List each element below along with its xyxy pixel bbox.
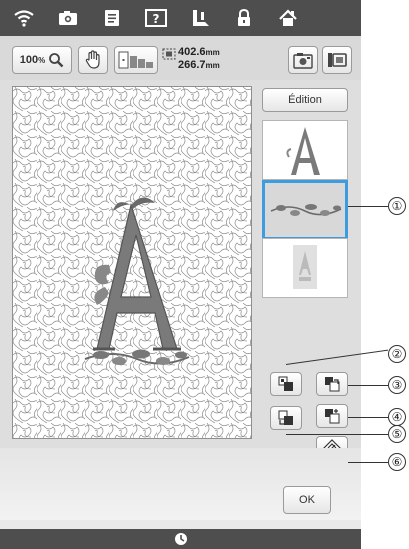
zoom-unit: % (38, 55, 46, 65)
projector-icon (328, 53, 347, 67)
status-bar (0, 529, 361, 549)
projector-button[interactable] (322, 46, 352, 74)
svg-text:?: ? (153, 12, 160, 26)
edit-button[interactable]: Édition (262, 88, 348, 112)
document-icon[interactable] (90, 0, 134, 36)
combine-pattern-button[interactable] (270, 372, 302, 396)
layer-forward-icon (325, 409, 340, 424)
thumbnail-floral-border-selected[interactable] (262, 180, 348, 240)
stippling-thumbnail-image (293, 245, 317, 289)
zoom-value: 100 (19, 54, 39, 66)
help-icon[interactable]: ? (134, 0, 178, 36)
callout-1: ① (388, 197, 406, 215)
floral-border-thumbnail-image (270, 204, 342, 216)
camera-icon[interactable] (46, 0, 90, 36)
camera-scan-button[interactable] (288, 46, 318, 74)
thumbnail-letter-a[interactable] (262, 120, 348, 180)
move-to-front-button[interactable] (316, 372, 348, 396)
pan-button[interactable] (78, 46, 108, 74)
callout-line-4 (348, 417, 388, 418)
move-forward-button[interactable] (316, 404, 348, 428)
combine-icon (278, 376, 293, 391)
callout-3: ③ (388, 376, 406, 394)
home-icon[interactable] (266, 0, 310, 36)
scan-camera-icon (293, 53, 313, 69)
frame-size-icon (118, 51, 153, 69)
callout-6: ⑥ (388, 453, 406, 471)
callout-4: ④ (388, 408, 406, 426)
zoom-button[interactable]: 100% (12, 46, 72, 74)
letter-a-thumbnail-image (286, 127, 320, 175)
hand-icon (85, 50, 100, 69)
wifi-icon[interactable] (2, 0, 46, 36)
callout-2: ② (388, 345, 406, 363)
top-bar: ? (0, 0, 361, 36)
pattern-height: 266.7mm (178, 59, 220, 71)
move-backward-button[interactable] (270, 406, 302, 430)
callout-line-3 (348, 385, 388, 386)
embroidery-canvas[interactable] (12, 86, 252, 439)
embroidery-edit-screen: ? 100% 402.6mm 266.7mm Édition OK (0, 0, 361, 549)
callout-5: ⑤ (388, 425, 406, 443)
lock-icon[interactable] (222, 0, 266, 36)
callout-line-5 (286, 434, 388, 435)
pattern-size-display: 402.6mm 266.7mm (160, 46, 270, 74)
clock-icon[interactable] (174, 532, 188, 546)
magnifier-icon (49, 53, 64, 68)
presser-foot-icon[interactable] (178, 0, 222, 36)
ok-button[interactable]: OK (283, 486, 331, 514)
size-icon (162, 48, 176, 60)
frame-display-button[interactable] (114, 46, 158, 74)
callout-line-6 (348, 462, 388, 463)
callout-line-1 (348, 206, 388, 207)
pattern-width: 402.6mm (178, 46, 220, 58)
bring-forward-icon (325, 377, 340, 392)
send-backward-icon (278, 410, 293, 425)
stippling-pattern (13, 87, 251, 438)
thumbnail-stippling[interactable] (262, 238, 348, 298)
